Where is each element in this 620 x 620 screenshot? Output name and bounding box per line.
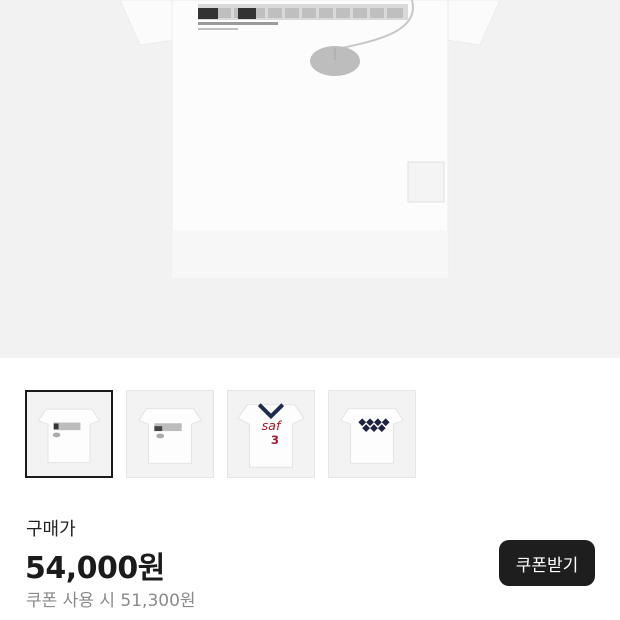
thumbnail-4[interactable] [328, 390, 416, 478]
coupon-price: 쿠폰 사용 시 51,300원 [26, 591, 196, 611]
thumbnail-1-image [37, 408, 101, 464]
thumbnail-1[interactable] [25, 390, 113, 478]
svg-text:saf: saf [262, 418, 283, 433]
thumbnail-2-image [137, 408, 203, 464]
thumbnail-gallery: saf 3 [25, 390, 595, 480]
thumbnail-3-image: saf 3 [237, 403, 305, 468]
product-main-image[interactable] [0, 0, 620, 358]
get-coupon-button[interactable]: 쿠폰받기 [499, 540, 595, 586]
price-label: 구매가 [26, 519, 76, 540]
svg-text:3: 3 [271, 433, 279, 447]
thumbnail-4-image [339, 408, 405, 464]
tshirt-illustration [119, 0, 501, 279]
thumbnail-2[interactable] [126, 390, 214, 478]
thumbnail-3[interactable]: saf 3 [227, 390, 315, 478]
product-price: 54,000원 [25, 551, 165, 586]
